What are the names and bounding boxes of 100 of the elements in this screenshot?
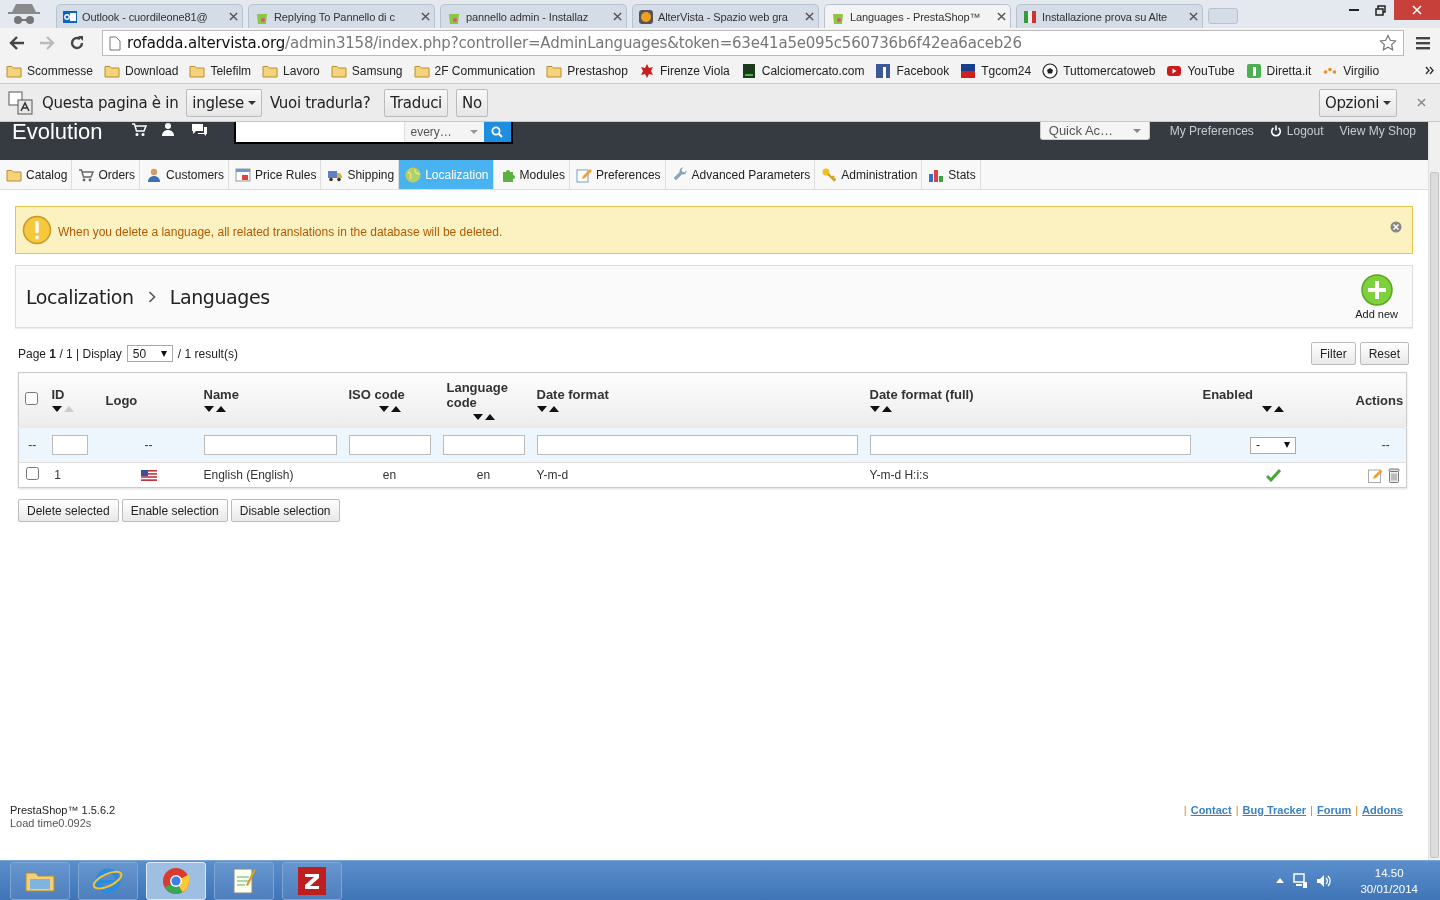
bookmark[interactable]: Diretta.it bbox=[1245, 62, 1312, 79]
column-header: Date format (full) bbox=[869, 387, 975, 402]
menu-tab[interactable]: Advanced Parameters bbox=[665, 160, 816, 189]
menu-tab[interactable]: Stats bbox=[922, 160, 981, 189]
bookmark[interactable]: YouTube bbox=[1166, 62, 1235, 79]
circle-icon bbox=[638, 8, 654, 25]
back-icon bbox=[8, 34, 26, 52]
header-link[interactable]: View My Shop bbox=[1339, 124, 1416, 138]
power-icon bbox=[1269, 125, 1282, 137]
cart-icon bbox=[130, 122, 147, 138]
filter-input[interactable] bbox=[536, 435, 858, 455]
close-icon bbox=[997, 12, 1006, 21]
menu-tab[interactable]: Catalog bbox=[0, 160, 73, 189]
flag-icon bbox=[1022, 8, 1038, 25]
add-new-button[interactable]: Add new bbox=[1351, 271, 1402, 322]
menu-tab[interactable]: Administration bbox=[815, 160, 923, 189]
select-all-checkbox[interactable] bbox=[25, 392, 38, 405]
bookmark[interactable]: Tuttomercatoweb bbox=[1042, 62, 1156, 79]
menu-tab[interactable]: Orders bbox=[72, 160, 141, 189]
browser-tab[interactable]: Installazione prova su Alte bbox=[1016, 4, 1203, 28]
footer-link[interactable]: Addons bbox=[1362, 804, 1403, 816]
taskbar-button[interactable] bbox=[282, 861, 342, 900]
address-bar[interactable]: rofadda.altervista.org/admin3158/index.php?controller=AdminLanguages&token=63e41a5e095c560736b6f42ea6aceb26 bbox=[102, 30, 1404, 56]
bookmark[interactable]: Firenze Viola bbox=[638, 62, 730, 79]
globe-icon bbox=[405, 166, 422, 183]
bulk-action-button[interactable]: Delete selected bbox=[18, 499, 119, 522]
column-header: Language code bbox=[445, 379, 509, 410]
row-checkbox[interactable] bbox=[25, 467, 39, 480]
ball-icon bbox=[1042, 62, 1059, 79]
enabled-filter-dropdown[interactable]: - bbox=[1250, 436, 1296, 454]
browser-tab[interactable]: Languages - PrestaShop™ bbox=[824, 4, 1011, 28]
table-cell: English (English) bbox=[203, 468, 294, 482]
close-icon bbox=[229, 12, 238, 21]
translate-button[interactable]: Traduci bbox=[384, 88, 448, 117]
search-field[interactable]: every… bbox=[233, 122, 513, 144]
browser-tab[interactable]: AlterVista - Spazio web gra bbox=[632, 4, 819, 28]
taskbar-button[interactable] bbox=[214, 861, 274, 900]
star-icon bbox=[1379, 34, 1397, 52]
bookmark[interactable]: Telefilm bbox=[189, 62, 252, 79]
filter-input[interactable] bbox=[203, 435, 337, 455]
bulk-action-button[interactable]: Enable selection bbox=[121, 499, 228, 522]
edit-button[interactable] bbox=[1368, 467, 1383, 483]
filter-input[interactable] bbox=[51, 435, 88, 455]
bookmark[interactable]: Scommesse bbox=[6, 62, 94, 79]
bookmark[interactable]: Lavoro bbox=[262, 62, 320, 79]
options-button[interactable]: Opzioni bbox=[1318, 88, 1397, 117]
scope-dropdown[interactable]: every… bbox=[403, 122, 484, 142]
person-icon bbox=[160, 122, 177, 138]
browser-tab[interactable]: Replying To Pannello di c bbox=[248, 4, 435, 28]
scroll-thumb[interactable] bbox=[1430, 172, 1439, 858]
menu-tab[interactable]: Customers bbox=[140, 160, 230, 189]
alert-message: When you delete a language, all related translations in the database will be deleted. bbox=[58, 224, 504, 239]
browser-tab[interactable]: pannello admin - Installaz bbox=[440, 4, 627, 28]
quick-access-dropdown[interactable]: Quick Ac… bbox=[1039, 122, 1150, 140]
load-time-text: Load time0.092s bbox=[10, 817, 93, 829]
column-header: Enabled bbox=[1202, 387, 1255, 402]
forward-icon bbox=[38, 34, 56, 52]
separator-text: | bbox=[1235, 804, 1239, 816]
footer-link[interactable]: Bug Tracker bbox=[1242, 804, 1307, 816]
bookmark[interactable]: Virgilio bbox=[1322, 62, 1380, 79]
table-cell: en bbox=[476, 468, 491, 482]
search-button[interactable] bbox=[483, 122, 511, 142]
translate-button[interactable]: No bbox=[456, 88, 488, 117]
filter-input[interactable] bbox=[348, 435, 431, 455]
per-page-dropdown[interactable]: 50 bbox=[126, 345, 173, 362]
menu-tab[interactable]: Price Rules bbox=[229, 160, 322, 189]
header-link[interactable]: Logout bbox=[1269, 124, 1324, 138]
filter-action-button[interactable]: Reset bbox=[1359, 342, 1409, 365]
scrollbar[interactable] bbox=[1428, 122, 1440, 860]
filter-input[interactable] bbox=[442, 435, 525, 455]
filter-action-button[interactable]: Filter bbox=[1310, 342, 1356, 365]
menu-tab[interactable]: Modules bbox=[493, 160, 570, 189]
bookmark[interactable]: Calciomercato.com bbox=[740, 62, 865, 79]
bulk-action-button[interactable]: Disable selection bbox=[230, 499, 340, 522]
network-icon bbox=[1292, 872, 1309, 889]
bookmark[interactable]: 2F Communication bbox=[413, 62, 536, 79]
bookmark[interactable]: Prestashop bbox=[546, 62, 628, 79]
page-icon bbox=[109, 35, 121, 51]
menu-tab[interactable]: Preferences bbox=[569, 160, 666, 189]
taskbar-button[interactable] bbox=[10, 861, 70, 900]
plus-icon bbox=[1360, 273, 1393, 306]
bookmark[interactable]: Tgcom24 bbox=[960, 62, 1032, 79]
cart-icon bbox=[78, 166, 95, 183]
close-icon bbox=[1390, 221, 1402, 233]
bookmark[interactable]: Download bbox=[104, 62, 179, 79]
table-cell: 1 bbox=[54, 468, 61, 482]
header-link[interactable]: My Preferences bbox=[1169, 124, 1254, 138]
bookmark[interactable]: Facebook bbox=[875, 62, 950, 79]
browser-tab[interactable]: Outlook - cuordileone81@ bbox=[56, 4, 243, 28]
filter-input[interactable] bbox=[869, 435, 1191, 455]
footer-link[interactable]: Contact bbox=[1190, 804, 1232, 816]
trash-icon bbox=[1388, 467, 1400, 483]
language-dropdown[interactable]: inglese bbox=[186, 88, 262, 117]
clock-time: 14.50 bbox=[1374, 865, 1404, 881]
delete-button[interactable] bbox=[1388, 467, 1400, 483]
close-icon bbox=[1189, 12, 1198, 21]
breadcrumb-item[interactable]: Localization bbox=[26, 285, 134, 308]
footer-link[interactable]: Forum bbox=[1316, 804, 1352, 816]
bookmark[interactable]: Samsung bbox=[330, 62, 403, 79]
square-icon bbox=[875, 62, 892, 79]
